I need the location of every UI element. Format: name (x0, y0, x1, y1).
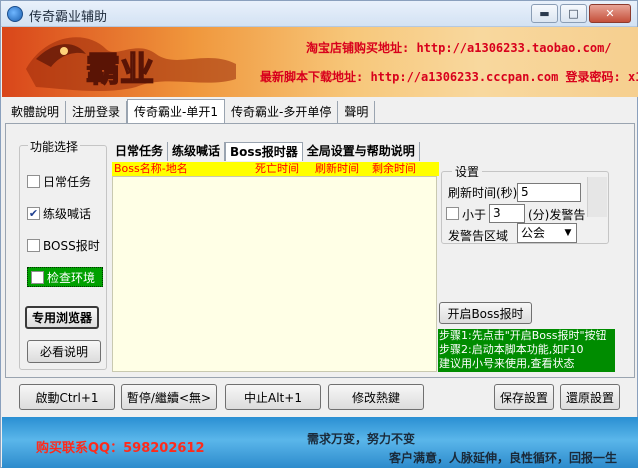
checkbox-lessthan[interactable] (446, 207, 459, 220)
boss-table-header: Boss名称-地名 死亡时间 刷新时间 剩余时间 (112, 162, 439, 176)
refresh-time-label: 刷新时间(秒) (448, 186, 518, 200)
restore-settings-button[interactable]: 還原設置 (560, 384, 620, 410)
inner-tab-global-settings[interactable]: 全局设置与帮助说明 (303, 142, 420, 161)
settings-legend: 设置 (452, 163, 483, 180)
close-icon: ✕ (605, 7, 615, 20)
pause-resume-button[interactable]: 暫停/繼續<無> (121, 384, 217, 410)
check-daily-task-label: 日常任务 (43, 174, 92, 189)
check-daily-task[interactable]: 日常任务 (27, 173, 91, 189)
checkmark-icon: ✔ (28, 206, 39, 220)
app-icon (7, 6, 23, 22)
checkbox-daily-task[interactable] (27, 174, 40, 188)
settings-scrollbar[interactable] (587, 177, 607, 217)
check-boss-timer-label: BOSS报时 (43, 238, 100, 253)
col-death-time: 死亡时间 (255, 162, 299, 175)
logo-text: 霸业 (86, 50, 154, 90)
col-refresh-time: 刷新时间 (315, 162, 359, 175)
tab-single-open[interactable]: 传奇霸业-单开1 (127, 99, 225, 123)
check-environment-label: 检查环境 (47, 270, 96, 285)
lessthan-label: 小于 (462, 208, 487, 222)
check-leveling-shout-label: 练级喊话 (43, 206, 92, 221)
inner-tab-daily-task[interactable]: 日常任务 (111, 142, 169, 161)
dragon-logo: 霸业 (26, 37, 236, 92)
save-settings-button[interactable]: 保存設置 (494, 384, 554, 410)
refresh-time-input[interactable]: 5 (517, 183, 581, 202)
footer-banner: 购买联系QQ：598202612 需求万变，努力不变 客户满意，人脉延伸，良性循… (2, 417, 638, 468)
maximize-button[interactable]: □ (560, 4, 587, 23)
warn-zone-value: 公会 (521, 226, 546, 240)
inner-tab-leveling-shout[interactable]: 练级喊话 (168, 142, 226, 161)
footer-qq-contact: 购买联系QQ：598202612 (36, 441, 205, 456)
warn-zone-label: 发警告区域 (448, 229, 509, 243)
help-step-3: 建议用小号来使用,查看状态 (439, 357, 575, 370)
readme-button[interactable]: 必看说明 (27, 340, 101, 363)
lessthan-input[interactable]: 3 (489, 204, 525, 223)
inner-tab-bar: 日常任务 练级喊话 Boss报时器 全局设置与帮助说明 (111, 142, 420, 161)
check-boss-timer[interactable]: BOSS报时 (27, 237, 100, 253)
main-window: 传奇霸业辅助 ▬ □ ✕ 霸业 淘宝店铺购买地址: http://a130623… (0, 0, 638, 468)
banner: 霸业 淘宝店铺购买地址: http://a1306233.taobao.com/… (2, 27, 638, 97)
close-button[interactable]: ✕ (589, 4, 631, 23)
tab-software-info[interactable]: 軟體說明 (5, 101, 67, 123)
help-step-1: 步骤1:先点击"开启Boss报时"按钮 (439, 329, 607, 342)
col-boss-name: Boss名称-地名 (114, 162, 188, 175)
tab-register-login[interactable]: 注册登录 (66, 101, 128, 123)
banner-taobao-url: 淘宝店铺购买地址: http://a1306233.taobao.com/ (306, 41, 612, 55)
minimize-icon: ▬ (539, 7, 550, 20)
tab-multi-open[interactable]: 传奇霸业-多开单停 (225, 101, 339, 123)
window-controls: ▬ □ ✕ (531, 4, 631, 23)
start-boss-timer-button[interactable]: 开启Boss报时 (439, 302, 532, 324)
dropdown-arrow-icon: ▼ (564, 228, 572, 238)
title-bar[interactable]: 传奇霸业辅助 ▬ □ ✕ (1, 1, 637, 27)
help-step-2: 步骤2:启动本脚本功能,如F10 (439, 343, 584, 356)
stop-button[interactable]: 中止Alt+1 (225, 384, 321, 410)
function-group-legend: 功能选择 (28, 138, 81, 155)
inner-tab-boss-timer[interactable]: Boss报时器 (225, 142, 303, 161)
tab-statement[interactable]: 聲明 (338, 101, 376, 123)
col-remaining-time: 剩余时间 (372, 162, 416, 175)
start-button[interactable]: 啟動Ctrl+1 (19, 384, 115, 410)
warn-zone-select[interactable]: 公会 ▼ (517, 223, 577, 243)
banner-download-url: 最新脚本下载地址: http://a1306233.cccpan.com 登录密… (260, 70, 638, 84)
check-environment[interactable]: 检查环境 (27, 267, 103, 287)
browser-button[interactable]: 专用浏览器 (25, 306, 99, 329)
check-leveling-shout[interactable]: ✔ 练级喊话 (27, 205, 91, 221)
help-steps: 步骤1:先点击"开启Boss报时"按钮 步骤2:启动本脚本功能,如F10 建议用… (438, 329, 615, 372)
outer-tab-bar: 軟體說明 注册登录 传奇霸业-单开1 传奇霸业-多开单停 聲明 (5, 99, 376, 123)
checkbox-environment[interactable] (31, 270, 44, 284)
lessthan-suffix: (分)发警告 (528, 208, 586, 222)
boss-list[interactable] (112, 176, 437, 372)
edit-hotkey-button[interactable]: 修改熱鍵 (328, 384, 424, 410)
minimize-button[interactable]: ▬ (531, 4, 558, 23)
footer-slogan-1: 需求万变，努力不变 (307, 432, 416, 446)
maximize-icon: □ (568, 7, 579, 20)
window-title: 传奇霸业辅助 (29, 10, 108, 25)
checkbox-boss-timer[interactable] (27, 238, 40, 252)
footer-slogan-2: 客户满意，人脉延伸，良性循环，回报一生 (389, 451, 618, 465)
checkbox-leveling-shout[interactable]: ✔ (27, 206, 40, 220)
